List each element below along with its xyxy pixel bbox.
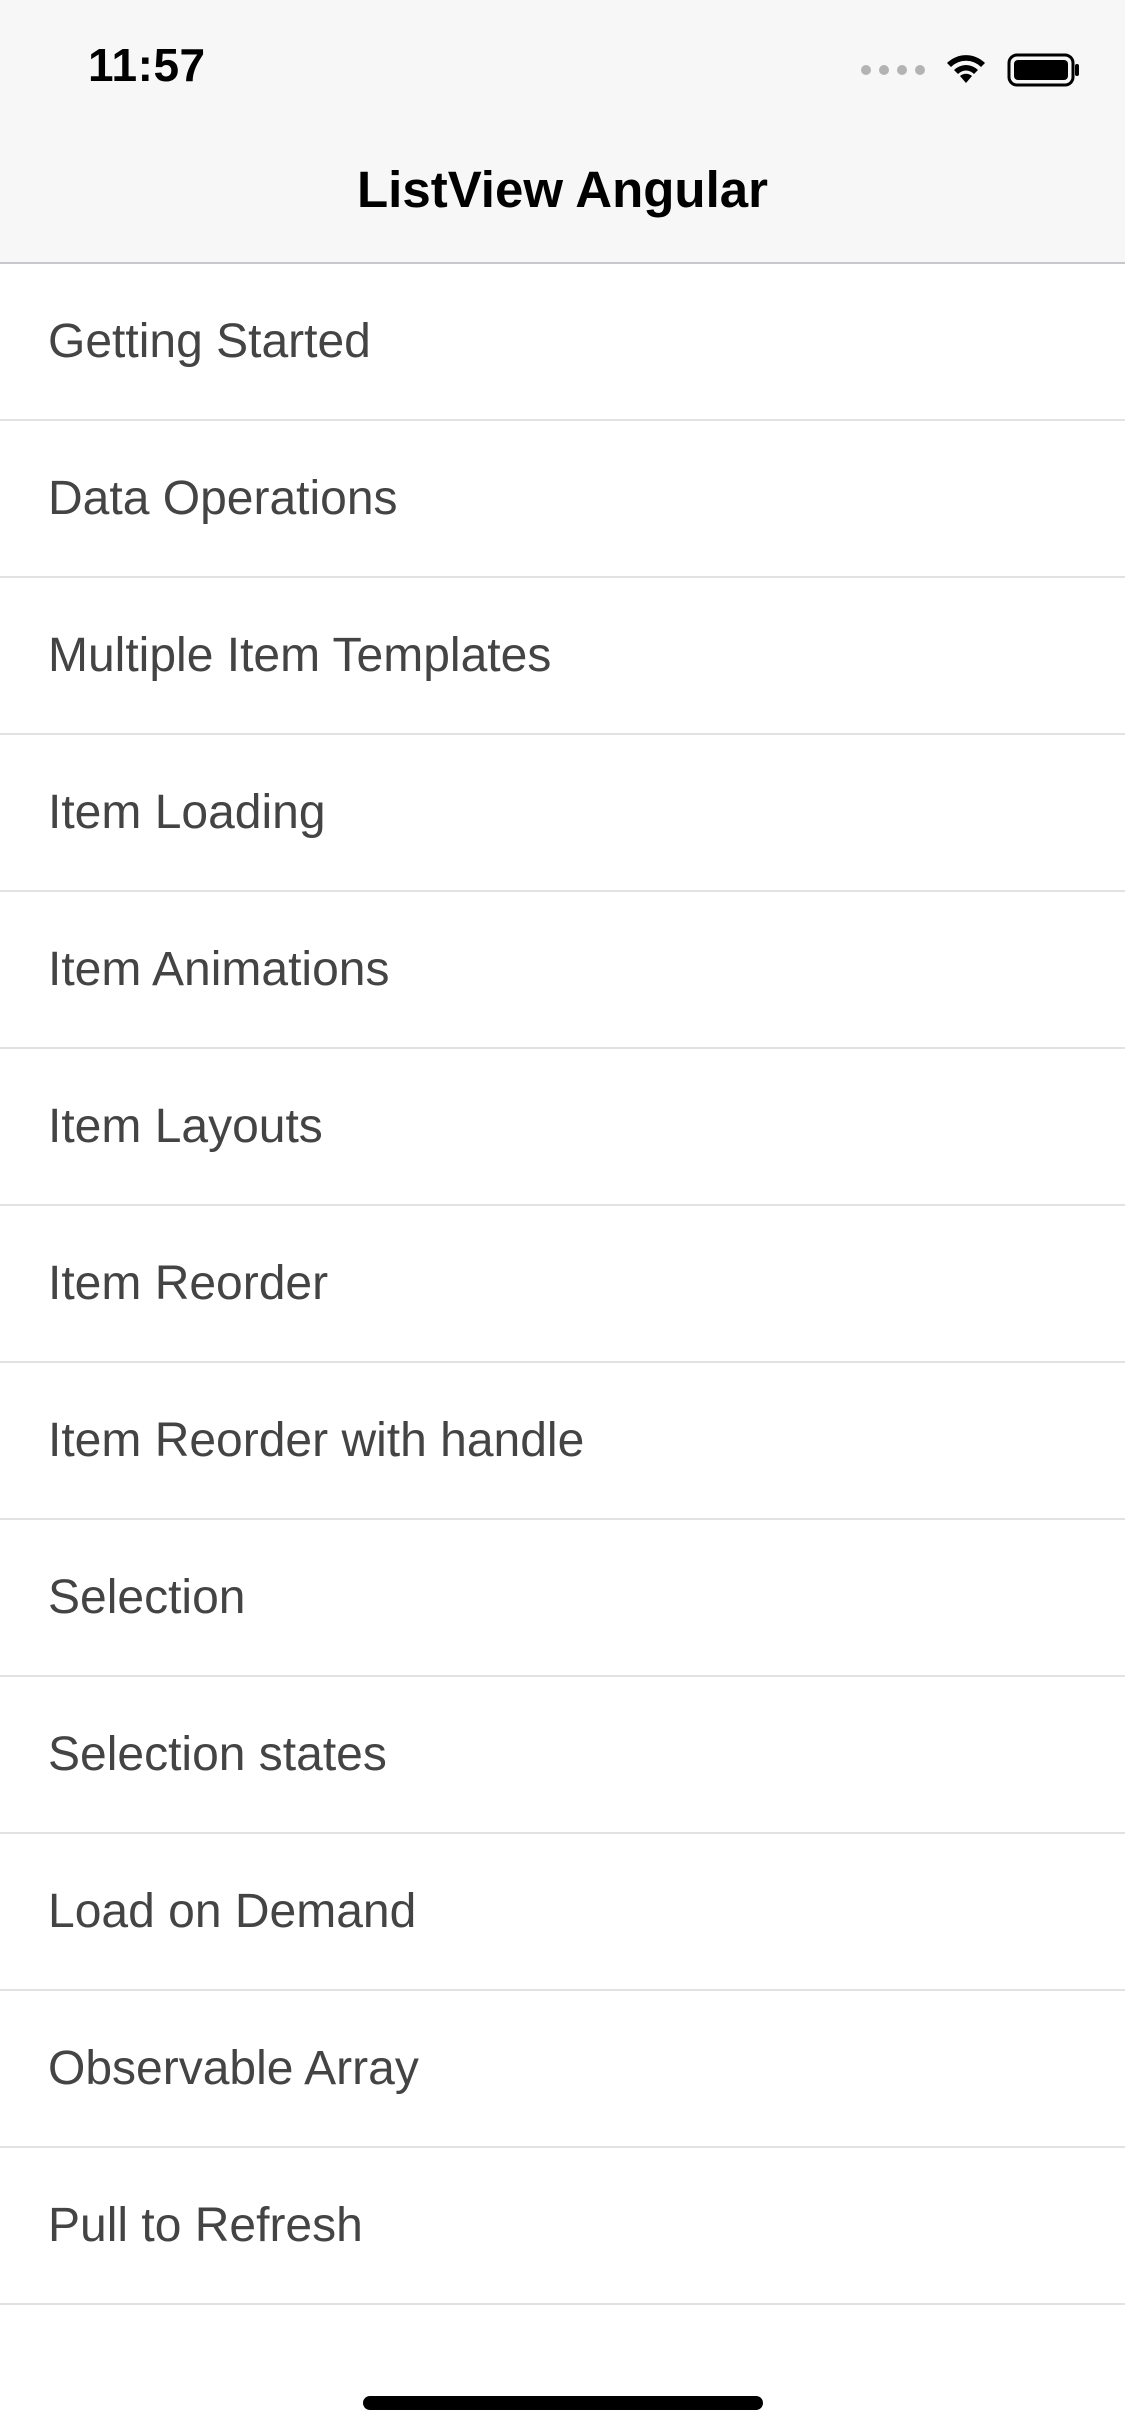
list-item-label: Item Layouts xyxy=(48,1100,323,1153)
status-bar: 11:57 xyxy=(0,0,1125,132)
list-item-label: Item Reorder xyxy=(48,1257,329,1310)
list-item-item-loading[interactable]: Item Loading xyxy=(0,735,1125,892)
list-item-item-layouts[interactable]: Item Layouts xyxy=(0,1049,1125,1206)
battery-icon xyxy=(1007,53,1079,87)
list-item-label: Item Animations xyxy=(48,943,390,996)
list-item-label: Selection states xyxy=(48,1728,387,1781)
list-item-item-reorder-with-handle[interactable]: Item Reorder with handle xyxy=(0,1363,1125,1520)
list-item-observable-array[interactable]: Observable Array xyxy=(0,1991,1125,2148)
wifi-icon xyxy=(947,55,985,83)
list-item-label: Load on Demand xyxy=(48,1885,417,1938)
status-icons xyxy=(861,50,1081,90)
list-item-selection-states[interactable]: Selection states xyxy=(0,1677,1125,1834)
examples-list: Getting Started Data Operations Multiple… xyxy=(0,264,1125,2305)
status-time: 11:57 xyxy=(88,39,206,91)
page-title: ListView Angular xyxy=(357,161,768,218)
list-item-getting-started[interactable]: Getting Started xyxy=(0,264,1125,421)
list-item-label: Selection xyxy=(48,1571,246,1624)
list-item-label: Item Reorder with handle xyxy=(48,1414,585,1467)
list-item-label: Getting Started xyxy=(48,315,371,368)
list-item-label: Observable Array xyxy=(48,2042,419,2095)
list-item-label: Multiple Item Templates xyxy=(48,629,552,682)
top-bar: 11:57 ListView Angular xyxy=(0,0,1125,264)
list-item-load-on-demand[interactable]: Load on Demand xyxy=(0,1834,1125,1991)
list-item-selection[interactable]: Selection xyxy=(0,1520,1125,1677)
list-item-data-operations[interactable]: Data Operations xyxy=(0,421,1125,578)
list-item-multiple-item-templates[interactable]: Multiple Item Templates xyxy=(0,578,1125,735)
list-item-item-reorder[interactable]: Item Reorder xyxy=(0,1206,1125,1363)
list-item-label: Item Loading xyxy=(48,786,326,839)
home-indicator[interactable] xyxy=(363,2396,763,2410)
signal-dots-icon xyxy=(861,65,925,75)
list-item-item-animations[interactable]: Item Animations xyxy=(0,892,1125,1049)
list-item-pull-to-refresh[interactable]: Pull to Refresh xyxy=(0,2148,1125,2305)
list-item-label: Data Operations xyxy=(48,472,398,525)
list-item-label: Pull to Refresh xyxy=(48,2199,363,2252)
